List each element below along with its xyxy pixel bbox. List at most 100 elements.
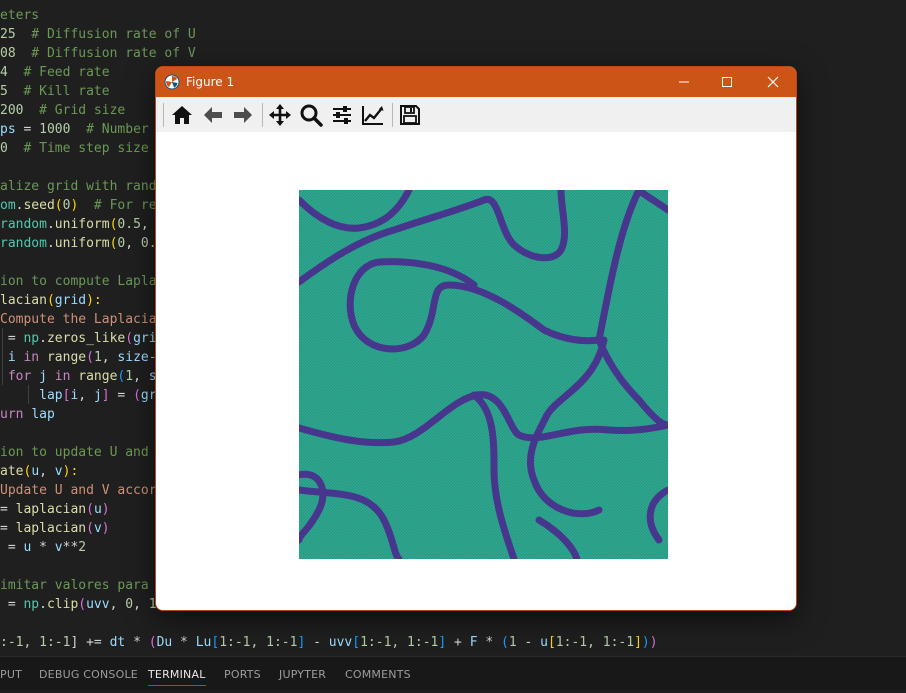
tab-jupyter[interactable]: JUPYTER [279,657,326,690]
code-token: urn [0,407,32,422]
toolbar-separator [262,103,263,127]
pattern-stripes [299,190,668,559]
code-token: random [0,236,47,251]
maximize-button[interactable] [704,67,750,97]
code-line: = np.zeros_like(gri [0,329,157,348]
code-line: = laplacian(u) [0,500,110,519]
code-token: , [109,597,126,612]
code-token: ( [86,502,94,517]
code-token: 0 [0,141,8,156]
code-token: 2 [78,540,87,555]
code-token: ion to compute Laplac [0,274,165,289]
code-token: ps [0,122,16,137]
code-token: in [23,350,47,365]
window-titlebar[interactable]: Figure 1 [156,67,796,97]
reaction-diffusion-image [299,190,668,559]
figure-window[interactable]: Figure 1 [155,66,797,611]
code-token: :-1, 1:-1 [0,635,71,650]
code-token: random [0,217,47,232]
code-token: v [93,521,102,536]
pan-button[interactable] [265,100,295,130]
code-token: 1:-1, 1:-1 [555,635,635,650]
code-line: = laplacian(v) [0,519,110,538]
code-token: * [31,540,55,555]
tab-ports[interactable]: PORTS [224,657,261,690]
code-token: , [78,388,94,403]
code-line: 5 # Kill rate [0,82,110,101]
configure-subplots-icon [333,106,351,124]
figure-canvas[interactable] [156,132,796,610]
code-token: ( [86,521,94,536]
home-button[interactable] [167,100,197,130]
indent-guide [28,385,29,404]
code-token: v [54,464,63,479]
code-token: ( [46,293,55,308]
code-token: 1 [508,635,517,650]
code-token: lap [0,388,63,403]
close-icon [767,76,779,88]
code-token: ( [133,388,141,403]
code-token: . [46,236,55,251]
edit-axis-button[interactable] [358,100,388,130]
code-token: np [23,331,40,346]
code-token: ( [86,350,94,365]
tab-comments[interactable]: COMMENTS [345,657,411,690]
code-token: seed [23,198,55,213]
minimize-button[interactable] [661,67,707,97]
code-line: = u * v**2 [0,538,86,557]
code-token: 0 [125,597,134,612]
window-title: Figure 1 [186,75,235,89]
code-token: for [0,369,40,384]
code-token: 1 [93,350,102,365]
code-token: u [540,635,548,650]
code-token: # Time step size [7,141,149,156]
panel-tab-bar: PUT DEBUG CONSOLE TERMINAL PORTS JUPYTER… [0,656,906,690]
close-button[interactable] [750,67,796,97]
forward-button[interactable] [228,100,258,130]
code-line: i in range(1, size-1 [0,348,165,367]
tab-terminal[interactable]: TERMINAL [148,657,206,690]
code-token: ): [62,464,79,479]
code-token: ( [125,331,134,346]
code-token: in [54,369,79,384]
code-token: grid [54,293,87,308]
toolbar-separator [392,103,393,127]
code-token: laplacian [15,521,87,536]
zoom-button[interactable] [296,100,326,130]
code-line: Update U and V accord [0,481,164,500]
code-token: 4 [0,65,8,80]
code-token: , [39,464,55,479]
code-token: F [469,635,478,650]
code-line: = np.clip(uvv, 0, 10 [0,595,165,614]
code-line: ion to update U and V [0,443,164,462]
tab-debug-console[interactable]: DEBUG CONSOLE [39,657,138,690]
code-token: dt [109,635,126,650]
code-token: ion to update U and V [0,445,165,460]
code-token: 1:-1, 1:-1 [360,635,439,650]
tab-output[interactable]: PUT [0,657,22,690]
code-token: Update U and V accord [0,483,165,498]
code-token: ** [62,540,79,555]
code-line: 25 # Diffusion rate of U [0,25,196,44]
code-token: = [0,597,24,612]
code-token: 200 [0,103,24,118]
configure-subplots-button[interactable] [327,100,357,130]
code-line: lacian(grid): [0,291,102,310]
code-token: [ [547,635,556,650]
code-line: random.uniform(0.5, 1 [0,215,164,234]
code-token: - [305,635,329,650]
code-token: j [39,369,55,384]
pan-icon [269,104,291,126]
back-button[interactable] [198,100,228,130]
save-button[interactable] [395,100,425,130]
code-token: # Number o [70,122,165,137]
back-arrow-icon [204,107,222,123]
edit-axis-icon [362,106,384,125]
code-token: [ [211,635,220,650]
code-token: = [0,502,16,517]
code-token: j [93,388,102,403]
code-token: - [516,635,541,650]
code-token: 08 [0,46,16,61]
code-line: :-1, 1:-1] += dt * (Du * Lu[1:-1, 1:-1] … [0,633,658,652]
code-token: ] += [70,635,110,650]
